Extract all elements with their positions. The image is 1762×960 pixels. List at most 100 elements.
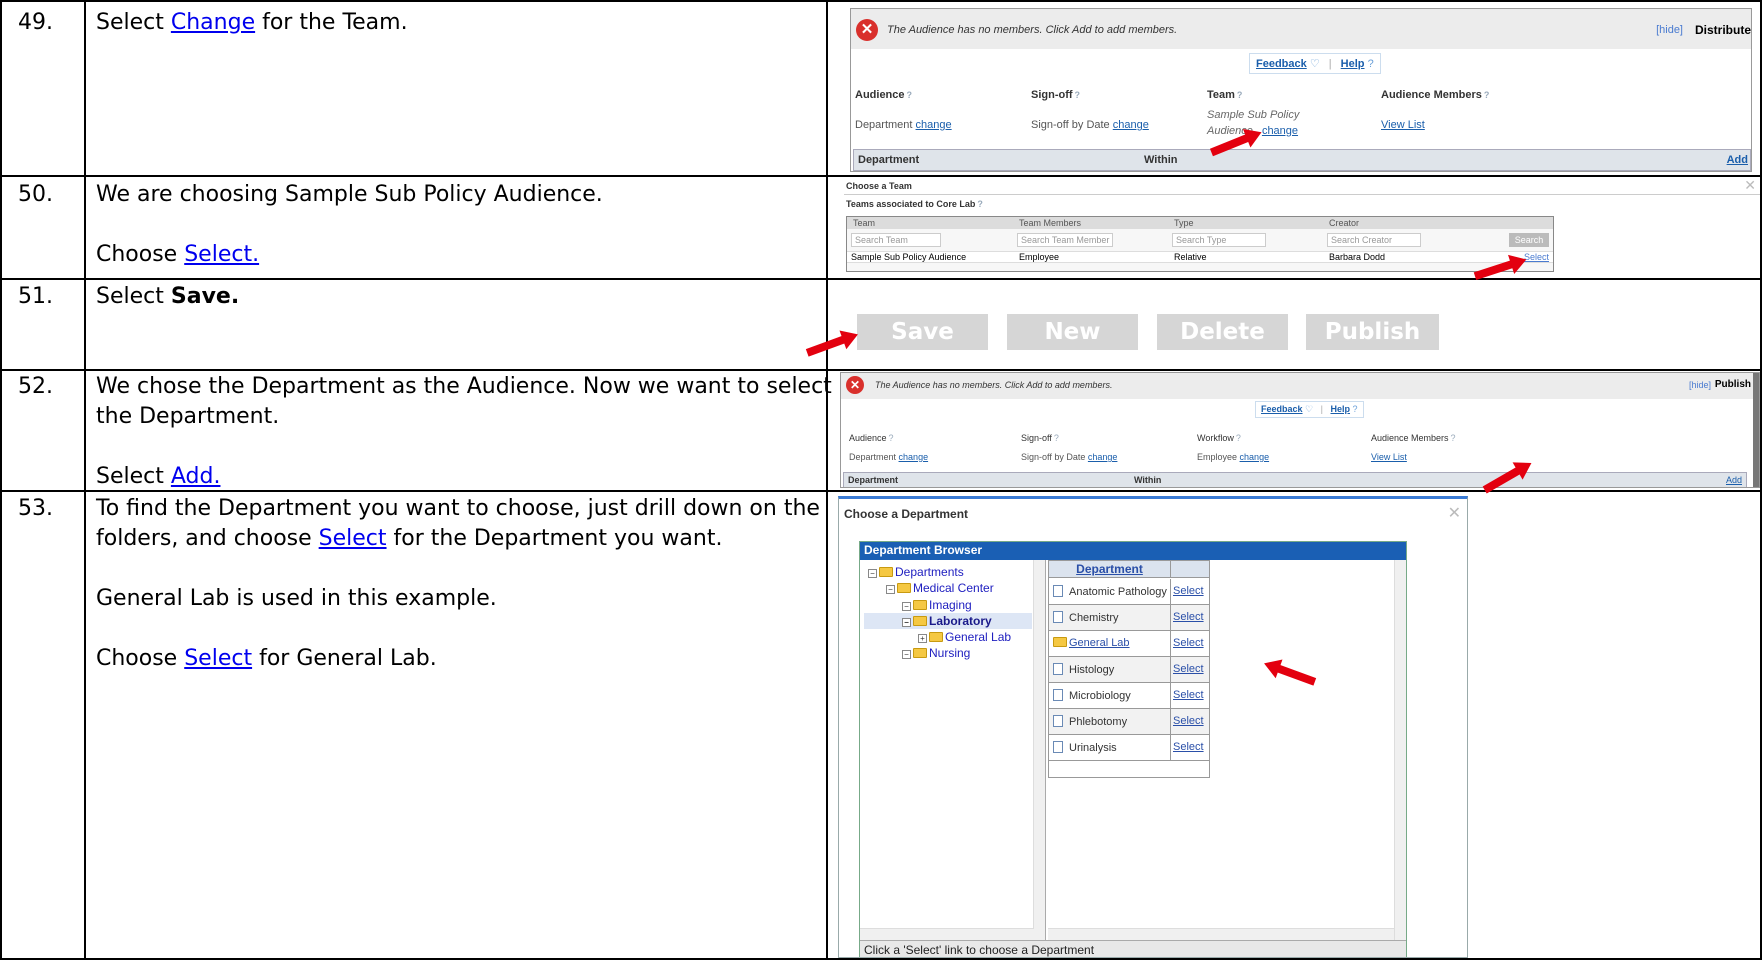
search-button[interactable]: Search	[1509, 233, 1549, 247]
hide-link[interactable]: [hide]	[1656, 24, 1683, 36]
close-icon[interactable]: ✕	[1744, 179, 1756, 194]
department-header[interactable]: Department	[1049, 561, 1171, 578]
distribute-tab[interactable]: Distribute	[1695, 23, 1751, 37]
step-text: To find the Department you want to choos…	[96, 494, 820, 674]
help-link[interactable]: Help	[1341, 58, 1365, 70]
workflow-change-link[interactable]: change	[1240, 452, 1270, 462]
step-number: 49.	[18, 10, 53, 35]
publish-button[interactable]: Publish	[1306, 314, 1439, 350]
instruction-text: for the Department you want.	[386, 526, 723, 551]
tree-node-departments[interactable]: − Departments	[868, 565, 964, 579]
view-list-link[interactable]: View List	[1381, 119, 1425, 131]
header-type: Type	[1174, 218, 1194, 228]
team-change-link[interactable]: change	[1262, 125, 1298, 137]
signoff-value: Sign-off by Date change	[1021, 452, 1118, 462]
select-link[interactable]: Select	[1173, 663, 1204, 675]
audience-change-link[interactable]: change	[899, 452, 929, 462]
feedback-link[interactable]: Feedback	[1256, 58, 1307, 70]
tree-node-general-lab[interactable]: + General Lab	[918, 630, 1011, 644]
department-row: Urinalysis Select	[1049, 735, 1209, 761]
dialog-title: Choose a Team	[846, 181, 912, 191]
document-icon	[1053, 611, 1063, 623]
instruction-text: General Lab is used in this example.	[96, 586, 497, 611]
signoff-change-link[interactable]: change	[1088, 452, 1118, 462]
feedback-link[interactable]: Feedback	[1261, 404, 1303, 414]
select-link[interactable]: Select	[1173, 741, 1204, 753]
instruction-link[interactable]: Add.	[171, 464, 221, 489]
view-list-link[interactable]: View List	[1371, 452, 1407, 462]
search-creator-input[interactable]: Search Creator	[1327, 233, 1421, 247]
help-link[interactable]: Help	[1331, 404, 1351, 414]
publish-tab[interactable]: Publish	[1715, 379, 1751, 390]
select-link[interactable]: Select	[1173, 715, 1204, 727]
banner-message: The Audience has no members. Click Add t…	[875, 380, 1113, 390]
workflow-label: Workflow?	[1197, 433, 1241, 443]
team-name-cell: Sample Sub Policy Audience	[851, 252, 967, 262]
select-link[interactable]: Select	[1173, 611, 1204, 623]
department-column: Department	[848, 475, 899, 485]
add-link[interactable]: Add	[1726, 475, 1742, 485]
within-column: Within	[1144, 154, 1178, 166]
dialog-subtitle: Teams associated to Core Lab?	[846, 199, 983, 209]
document-icon	[1053, 585, 1063, 597]
select-link[interactable]: Select	[1173, 689, 1204, 701]
team-label: Team?	[1207, 89, 1243, 101]
instruction-text: To find the Department you want to choos…	[96, 496, 820, 521]
department-name[interactable]: General Lab	[1069, 637, 1130, 649]
step-number: 51.	[18, 284, 53, 309]
delete-button[interactable]: Delete	[1157, 314, 1288, 350]
department-name: Microbiology	[1069, 690, 1131, 702]
select-link[interactable]: Select	[1173, 637, 1204, 649]
hide-link[interactable]: [hide]	[1689, 380, 1711, 390]
audience-value: Department change	[855, 119, 952, 131]
choose-team-dialog-screenshot: Choose a Team ✕ Teams associated to Core…	[844, 179, 1760, 276]
header-creator: Creator	[1329, 218, 1360, 228]
instruction-text: Select	[96, 284, 171, 309]
department-name: Chemistry	[1069, 612, 1119, 624]
tree-node-medical-center[interactable]: − Medical Center	[886, 581, 994, 595]
error-icon: ✕	[856, 19, 878, 41]
signoff-label: Sign-off?	[1031, 89, 1081, 101]
new-button[interactable]: New	[1007, 314, 1138, 350]
instruction-link[interactable]: Select	[319, 526, 387, 551]
step-text: Select Change for the Team.	[96, 8, 408, 38]
audience-members-label: Audience Members?	[1381, 89, 1490, 101]
department-name: Histology	[1069, 664, 1115, 676]
department-name: Phlebotomy	[1069, 716, 1128, 728]
instruction-emphasis: Save.	[170, 284, 240, 309]
step-text: Select Save.	[96, 282, 239, 312]
document-icon	[1053, 741, 1063, 753]
feedback-icon: ♡	[1305, 404, 1314, 414]
dialog-title: Choose a Department	[844, 507, 969, 521]
instruction-text: for General Lab.	[252, 646, 437, 671]
signoff-change-link[interactable]: change	[1113, 119, 1149, 131]
folder-icon	[1053, 637, 1067, 647]
select-link[interactable]: Select	[1173, 585, 1204, 597]
help-icon: ?	[1367, 58, 1374, 70]
select-link[interactable]: Select	[1524, 252, 1549, 262]
instruction-text: Choose	[96, 646, 185, 671]
search-team-input[interactable]: Search Team	[851, 233, 941, 247]
audience-value: Department change	[849, 452, 929, 462]
instruction-link[interactable]: Change	[171, 10, 255, 35]
instruction-link[interactable]: Select	[184, 646, 252, 671]
add-link[interactable]: Add	[1727, 154, 1748, 166]
within-column: Within	[1134, 475, 1162, 485]
department-name: Anatomic Pathology	[1069, 586, 1167, 598]
audience-panel-screenshot-2: ✕ The Audience has no members. Click Add…	[840, 372, 1760, 488]
tree-node-imaging[interactable]: − Imaging	[902, 598, 972, 612]
tree-node-nursing[interactable]: − Nursing	[902, 646, 970, 660]
creator-cell: Barbara Dodd	[1329, 252, 1386, 262]
search-member-input[interactable]: Search Team Member	[1017, 233, 1113, 247]
search-type-input[interactable]: Search Type	[1172, 233, 1266, 247]
audience-change-link[interactable]: change	[916, 119, 952, 131]
step-number: 50.	[18, 182, 53, 207]
close-icon[interactable]: ✕	[1448, 503, 1461, 523]
department-row: Histology Select	[1049, 657, 1209, 683]
tree-node-laboratory[interactable]: − Laboratory	[902, 614, 992, 628]
save-button[interactable]: Save	[857, 314, 988, 350]
feedback-icon: ♡	[1309, 58, 1320, 70]
audience-panel-screenshot: ✕ The Audience has no members. Click Add…	[850, 8, 1752, 172]
instruction-link[interactable]: Select.	[184, 242, 259, 267]
department-name: Urinalysis	[1069, 742, 1117, 754]
